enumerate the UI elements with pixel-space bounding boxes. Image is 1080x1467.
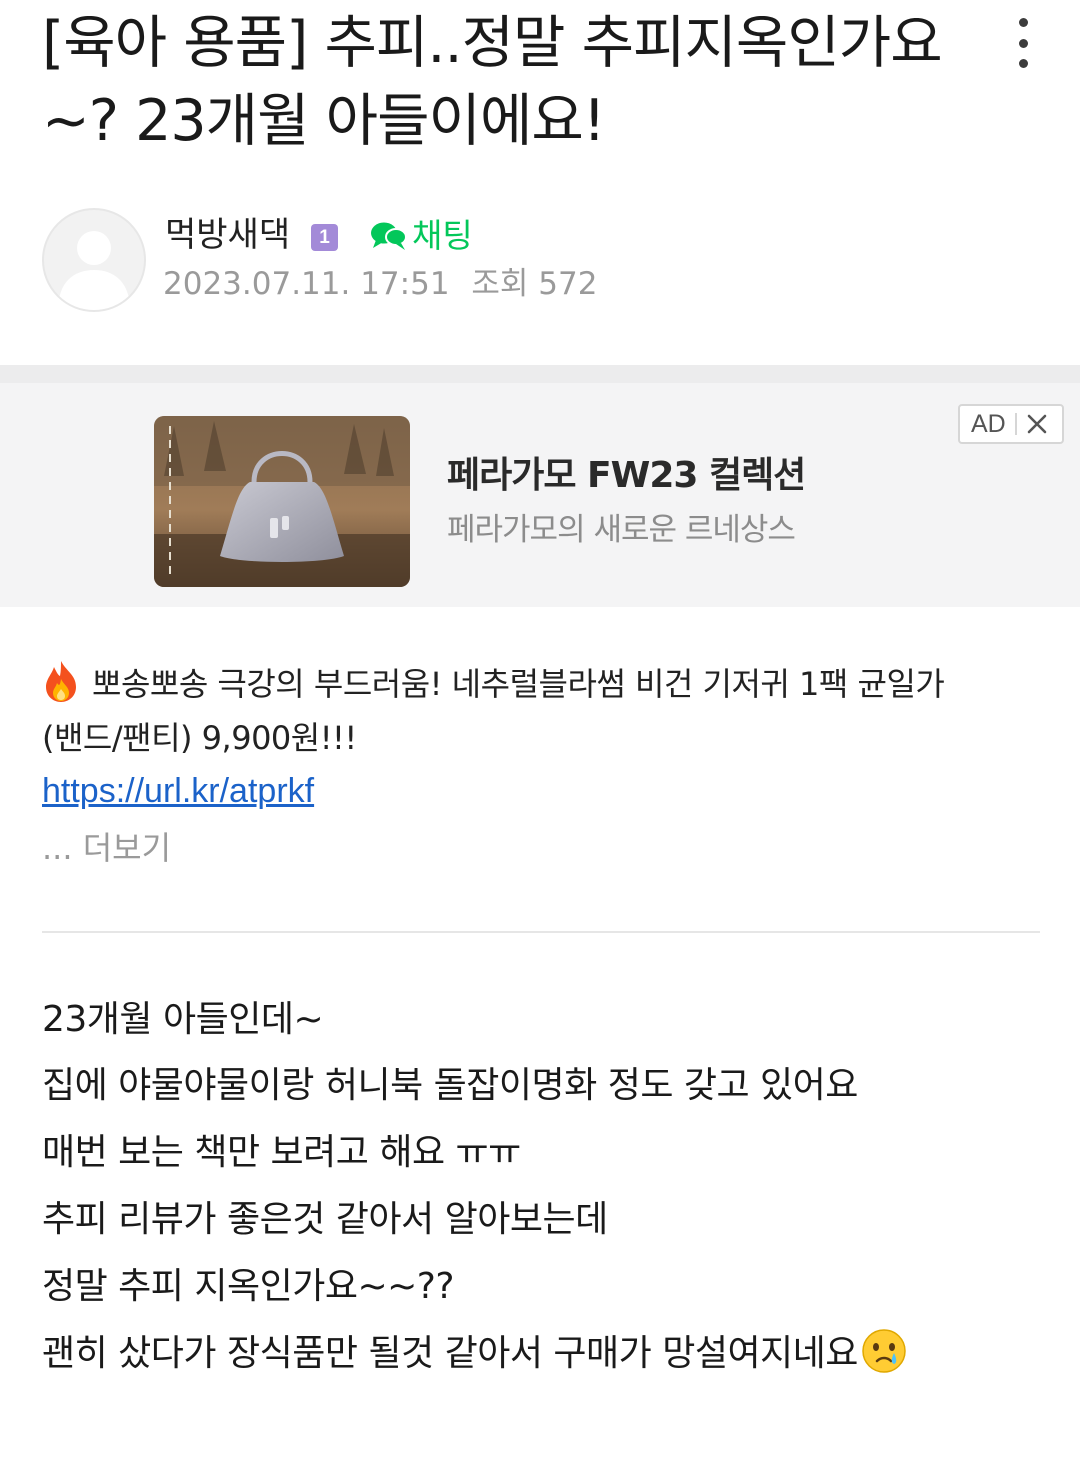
crying-face-emoji-icon [862,1329,906,1373]
body-line-2: 집에 야물야물이랑 허니북 돌잡이명화 정도 갖고 있어요 [42,1065,858,1106]
promo-text: 뽀송뽀송 극강의 부드러움! 네추럴블라썸 비건 기저귀 1팩 균일가 [92,665,945,703]
view-count: 조회 572 [471,266,598,302]
chat-button[interactable]: 채팅 [370,214,473,258]
ad-separator [1014,413,1017,435]
body-line-3: 매번 보는 책만 보려고 해요 ㅠㅠ [42,1132,521,1173]
promo-text-line-1: 뽀송뽀송 극강의 부드러움! 네추럴블라썸 비건 기저귀 1팩 균일가 [42,658,945,710]
post-title: [육아 용품] 추피..정말 추피지옥인가요~? 23개월 아들이에요! [42,10,943,154]
body-line-6-text: 괜히 샀다가 장식품만 될것 같아서 구매가 망설여지네요 [42,1333,858,1374]
promo-text-line-2: (밴드/팬티) 9,900원!!! [42,719,357,757]
post-date: 2023.07.11. 17:51 [163,266,450,302]
body-line-4: 추피 리뷰가 좋은것 같아서 알아보는데 [42,1199,608,1240]
more-vertical-icon [1018,18,1028,27]
more-options-button[interactable] [1000,18,1046,68]
close-icon[interactable] [1026,413,1048,435]
handbag-product-image[interactable] [154,416,410,587]
promo-link[interactable]: https://url.kr/atprkf [42,766,314,816]
chat-bubble-icon [371,222,407,250]
section-divider [42,931,1040,933]
chat-label: 채팅 [412,216,473,255]
ad-description[interactable]: 페라가모의 새로운 르네상스 [447,508,796,552]
ad-title[interactable]: 페라가모 FW23 컬렉션 [447,452,806,500]
ad-label: AD [971,410,1006,438]
ad-badge: AD [958,404,1064,444]
post-meta: 2023.07.11. 17:51 조회 572 [163,263,597,305]
fire-icon [46,661,76,702]
default-user-avatar-icon[interactable] [42,208,146,312]
member-level-badge: 1 [311,224,338,251]
body-line-6: 괜히 샀다가 장식품만 될것 같아서 구매가 망설여지네요 [42,1326,908,1382]
see-more-button[interactable]: ... 더보기 [42,824,171,872]
body-line-5: 정말 추피 지옥인가요~~?? [42,1266,455,1307]
author-name[interactable]: 먹방새댁 [165,212,290,258]
body-line-1: 23개월 아들인데~ [42,999,324,1040]
